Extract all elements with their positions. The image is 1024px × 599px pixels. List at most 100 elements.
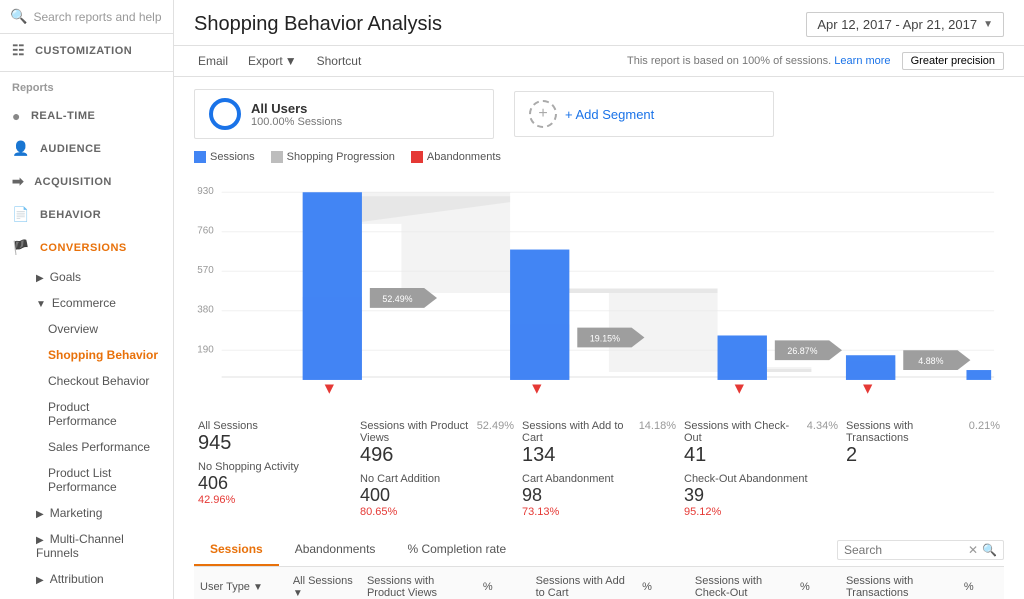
sidebar-item-attribution[interactable]: ▶Attribution — [0, 566, 173, 592]
funnel-abandon-label-0: No Shopping Activity — [198, 461, 299, 473]
col-header-pct2: % — [636, 567, 689, 599]
svg-text:4.88%: 4.88% — [918, 356, 943, 366]
date-range-picker[interactable]: Apr 12, 2017 - Apr 21, 2017 ▼ — [806, 12, 1004, 37]
segment-name: All Users — [251, 101, 342, 116]
behavior-icon: 📄 — [12, 206, 30, 223]
sidebar-item-overview[interactable]: Overview — [0, 316, 173, 342]
grid-icon: ☷ — [12, 42, 25, 59]
tab-abandonments[interactable]: Abandonments — [279, 534, 392, 566]
sessions-color-swatch — [194, 151, 206, 163]
funnel-chart-svg: 930 760 570 380 190 — [194, 173, 1004, 413]
funnel-label-0: All Sessions — [198, 420, 352, 432]
svg-text:380: 380 — [197, 305, 214, 316]
person-icon: 👤 — [12, 140, 30, 157]
funnel-value-3: 41 — [684, 444, 838, 467]
funnel-value-4: 2 — [846, 444, 1000, 467]
funnel-label-4: Sessions with Transactions 0.21% — [846, 420, 1000, 444]
sort-icon: ▼ — [253, 582, 263, 593]
sidebar-item-product-list[interactable]: Product List Performance — [0, 460, 173, 500]
add-segment-icon: + — [529, 100, 557, 128]
funnel-abandon-row-3: Check-Out Abandonment 39 95.12% — [684, 473, 838, 518]
sidebar-item-customization[interactable]: ☷ CUSTOMIZATION — [0, 34, 173, 67]
table-header-row: User Type ▼ All Sessions ▼ Sessions with… — [194, 567, 1004, 599]
toolbar: Email Export ▼ Shortcut This report is b… — [174, 46, 1024, 77]
legend-shopping-label: Shopping Progression — [287, 151, 395, 163]
legend-sessions-label: Sessions — [210, 151, 255, 163]
shortcut-button[interactable]: Shortcut — [313, 52, 366, 70]
clear-search-icon[interactable]: ✕ — [968, 543, 978, 557]
precision-button[interactable]: Greater precision — [902, 52, 1004, 70]
tab-sessions[interactable]: Sessions — [194, 534, 279, 566]
col-header-pct1: % — [477, 567, 530, 599]
funnel-value-0: 945 — [198, 432, 352, 455]
abandonment-color-swatch — [411, 151, 423, 163]
email-button[interactable]: Email — [194, 52, 232, 70]
svg-text:930: 930 — [197, 186, 214, 197]
chevron-down-icon: ▼ — [983, 19, 993, 30]
svg-text:26.87%: 26.87% — [787, 346, 817, 356]
add-segment-button[interactable]: + + Add Segment — [514, 91, 774, 137]
sidebar-item-sales-performance[interactable]: Sales Performance — [0, 434, 173, 460]
svg-text:▼: ▼ — [860, 381, 876, 398]
chevron-down-icon2: ▼ — [285, 54, 297, 68]
table-search-box[interactable]: ✕ 🔍 — [837, 540, 1004, 560]
segment-pct: 100.00% Sessions — [251, 116, 342, 128]
funnel-value-2: 134 — [522, 444, 676, 467]
sidebar-item-realtime[interactable]: ● REAL-TIME — [0, 100, 173, 132]
tab-completion-rate[interactable]: % Completion rate — [391, 534, 522, 566]
date-range-text: Apr 12, 2017 - Apr 21, 2017 — [817, 17, 977, 32]
bar-no-cart — [510, 325, 569, 380]
col-header-pct4: % — [958, 567, 1004, 599]
learn-more-link[interactable]: Learn more — [834, 55, 890, 67]
col-header-product-views: Sessions with Product Views — [361, 567, 477, 599]
funnel-labels: All Sessions 945 No Shopping Activity 40… — [194, 420, 1004, 518]
search-icon: 🔍 — [10, 8, 27, 25]
col-header-user-type[interactable]: User Type ▼ — [194, 567, 287, 599]
page-title: Shopping Behavior Analysis — [194, 13, 442, 36]
search-bar[interactable]: 🔍 — [0, 0, 173, 34]
sidebar-item-checkout-behavior[interactable]: Checkout Behavior — [0, 368, 173, 394]
expand-icon3: ▶ — [36, 509, 44, 520]
sidebar-item-product-performance[interactable]: Product Performance — [0, 394, 173, 434]
funnel-label-1: Sessions with Product Views 52.49% — [360, 420, 514, 444]
expand-icon2: ▼ — [36, 299, 46, 310]
clock-icon: ● — [12, 108, 21, 124]
content-area: All Users 100.00% Sessions + + Add Segme… — [174, 77, 1024, 599]
toolbar-left: Email Export ▼ Shortcut — [194, 52, 365, 70]
sidebar-item-multi-channel[interactable]: ▶Multi-Channel Funnels — [0, 526, 173, 566]
sidebar-item-goals[interactable]: ▶Goals — [0, 264, 173, 290]
bar-checkout-abandon — [846, 361, 895, 380]
sidebar-item-behavior[interactable]: 📄 BEHAVIOR — [0, 198, 173, 231]
funnel-label-3: Sessions with Check-Out 4.34% — [684, 420, 838, 444]
svg-text:▼: ▼ — [529, 381, 545, 398]
search-icon2[interactable]: 🔍 — [982, 543, 997, 557]
funnel-col-1: Sessions with Product Views 52.49% 496 N… — [356, 420, 518, 518]
chart-legend: Sessions Shopping Progression Abandonmen… — [194, 151, 1004, 163]
shopping-color-swatch — [271, 151, 283, 163]
all-users-segment: All Users 100.00% Sessions — [194, 89, 494, 139]
table-search-input[interactable] — [844, 543, 964, 557]
sidebar-item-ecommerce[interactable]: ▼Ecommerce — [0, 290, 173, 316]
col-header-check-out: Sessions with Check-Out — [689, 567, 794, 599]
sidebar-item-audience[interactable]: 👤 AUDIENCE — [0, 132, 173, 165]
segment-icon — [209, 98, 241, 130]
bar-transactions — [966, 370, 991, 380]
sidebar-item-conversions[interactable]: 🏴 CONVERSIONS — [0, 231, 173, 264]
sidebar-item-shopping-behavior[interactable]: Shopping Behavior — [0, 342, 173, 368]
expand-icon4: ▶ — [36, 535, 44, 546]
report-tabs: Sessions Abandonments % Completion rate … — [194, 534, 1004, 567]
col-header-all-sessions[interactable]: All Sessions ▼ — [287, 567, 361, 599]
funnel-col-3: Sessions with Check-Out 4.34% 41 Check-O… — [680, 420, 842, 518]
bar-no-shopping — [303, 297, 362, 380]
funnel-col-0: All Sessions 945 No Shopping Activity 40… — [194, 420, 356, 518]
svg-text:▼: ▼ — [731, 381, 747, 398]
sidebar-item-marketing[interactable]: ▶Marketing — [0, 500, 173, 526]
expand-icon5: ▶ — [36, 575, 44, 586]
svg-text:760: 760 — [197, 226, 214, 237]
search-input[interactable] — [33, 10, 163, 24]
sidebar-item-acquisition[interactable]: ➡ ACQUISITION — [0, 165, 173, 198]
export-button[interactable]: Export ▼ — [244, 52, 301, 70]
svg-text:▼: ▼ — [322, 381, 338, 398]
legend-abandonments-label: Abandonments — [427, 151, 501, 163]
funnel-chart-area: 930 760 570 380 190 — [194, 173, 1004, 518]
